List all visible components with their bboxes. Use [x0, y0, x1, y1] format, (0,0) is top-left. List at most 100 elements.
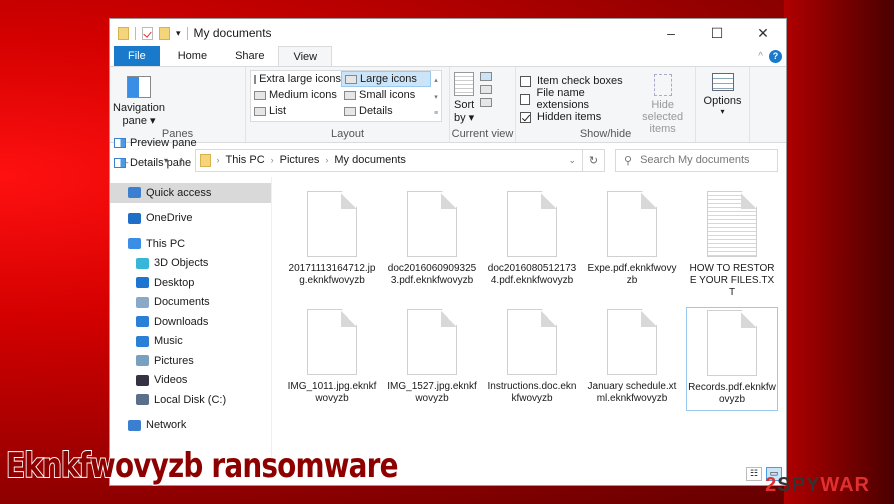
sidebar-item-downloads[interactable]: Downloads: [110, 312, 271, 332]
file-name-extensions-checkbox[interactable]: [520, 93, 531, 105]
details-pane-button[interactable]: Details pane: [114, 153, 197, 173]
sidebar-item-label: Documents: [154, 296, 210, 309]
refresh-button[interactable]: ↻: [583, 148, 605, 172]
file-item[interactable]: HOW TO RESTORE YOUR FILES.TXT: [686, 189, 778, 307]
properties-icon[interactable]: [142, 26, 153, 40]
sidebar-item-quick-access[interactable]: Quick access: [110, 183, 271, 203]
extra-large-icons-icon: [254, 74, 257, 84]
help-icon[interactable]: ?: [769, 50, 782, 63]
navigation-pane-button[interactable]: Navigation pane ▾: [113, 70, 165, 127]
group-by-icon[interactable]: [480, 72, 493, 81]
sidebar-item-pictures[interactable]: Pictures: [110, 351, 271, 371]
close-button[interactable]: ✕: [740, 25, 786, 42]
details-view-button[interactable]: ☷: [746, 467, 762, 481]
tab-view[interactable]: View: [278, 46, 333, 66]
navigation-pane-label2: pane ▾: [122, 115, 156, 127]
file-icon: [707, 310, 757, 376]
layout-details[interactable]: Details: [341, 103, 431, 119]
separator: [186, 26, 188, 40]
sidebar-item-3d-objects[interactable]: 3D Objects: [110, 254, 271, 274]
text-file-icon: [707, 191, 757, 257]
sort-label: Sort: [454, 99, 475, 111]
search-input[interactable]: ⚲ Search My documents: [615, 148, 778, 172]
sidebar-item-label: Videos: [154, 374, 188, 387]
disk-icon: [136, 394, 149, 406]
sidebar-item-videos[interactable]: Videos: [110, 371, 271, 391]
panes-group: Navigation pane ▾ Preview pane Details p…: [110, 67, 246, 169]
layout-large-icons[interactable]: Large icons: [341, 71, 431, 87]
scroll-up-icon[interactable]: ▴: [434, 76, 438, 84]
item-check-boxes-checkbox[interactable]: [520, 75, 531, 87]
file-name: Records.pdf.eknkfwovyzb: [688, 382, 776, 405]
sidebar-item-label: Quick access: [146, 186, 212, 199]
sidebar-item-onedrive[interactable]: OneDrive: [110, 209, 271, 229]
checkbox-label: Item check boxes: [537, 75, 623, 87]
sort-by-button[interactable]: Sort by ▾: [454, 72, 474, 124]
layout-small-icons[interactable]: Small icons: [341, 87, 431, 103]
sort-label2: by ▾: [454, 112, 475, 124]
sidebar-item-network[interactable]: Network: [110, 416, 271, 436]
file-icon: [507, 191, 557, 257]
group-label-current-view: Current view: [451, 128, 514, 140]
file-icon: [407, 191, 457, 257]
layout-extra-large-icons[interactable]: Extra large icons: [251, 71, 341, 87]
address-dropdown-icon[interactable]: ⌄: [562, 155, 582, 166]
list-icon: [254, 106, 266, 116]
collapse-ribbon-icon[interactable]: ^: [758, 51, 763, 62]
document-icon: [136, 296, 149, 308]
options-dropdown-icon: ▾: [720, 107, 725, 116]
file-item[interactable]: doc20160609093253.pdf.eknkfwovyzb: [386, 189, 478, 307]
ribbon-tabs: File Home Share View ^?: [110, 46, 786, 67]
sidebar-item-this-pc[interactable]: This PC: [110, 234, 271, 254]
sidebar-item-label: Desktop: [154, 276, 195, 289]
maximize-button[interactable]: ☐: [694, 25, 740, 42]
file-item[interactable]: IMG_1527.jpg.eknkfwovyzb: [386, 307, 478, 425]
file-name: Expe.pdf.eknkfwovyzb: [587, 263, 677, 286]
ransomware-banner: Eknkfwovyzb ransomware: [5, 445, 399, 487]
file-icon: [607, 309, 657, 375]
checkbox-label: Hidden items: [537, 111, 602, 123]
file-name-extensions-toggle[interactable]: File name extensions: [520, 87, 634, 111]
expand-gallery-icon[interactable]: ≡: [434, 110, 438, 117]
minimize-button[interactable]: –: [648, 25, 694, 42]
new-folder-icon[interactable]: [159, 26, 170, 40]
sort-icon: [454, 72, 475, 96]
add-columns-icon[interactable]: [480, 85, 493, 94]
breadcrumb-my-documents[interactable]: My documents: [334, 154, 406, 166]
file-item[interactable]: 20171113164712.jpg.eknkfwovyzb: [286, 189, 378, 307]
sidebar-item-documents[interactable]: Documents: [110, 293, 271, 313]
address-bar[interactable]: › This PC › Pictures › My documents ⌄: [194, 148, 583, 172]
file-item[interactable]: doc20160805121734.pdf.eknkfwovyzb: [486, 189, 578, 307]
tab-share[interactable]: Share: [221, 46, 278, 66]
hidden-items-checkbox[interactable]: [520, 111, 531, 123]
search-icon: ⚲: [624, 154, 633, 167]
chevron-right-icon[interactable]: ›: [271, 155, 274, 165]
file-item[interactable]: Records.pdf.eknkfwovyzb: [686, 307, 778, 411]
file-item[interactable]: January schedule.xtml.eknkfwovyzb: [586, 307, 678, 425]
breadcrumb-this-pc[interactable]: This PC: [226, 154, 265, 166]
file-icon: [307, 309, 357, 375]
layout-list[interactable]: List: [251, 103, 341, 119]
chevron-right-icon[interactable]: ›: [325, 155, 328, 165]
layout-label: Extra large icons: [259, 73, 341, 85]
chevron-right-icon[interactable]: ›: [217, 155, 220, 165]
file-item[interactable]: Instructions.doc.eknkfwovyzb: [486, 307, 578, 425]
customize-dropdown-icon[interactable]: ▾: [176, 28, 181, 39]
sidebar-item-desktop[interactable]: Desktop: [110, 273, 271, 293]
tab-file[interactable]: File: [114, 46, 160, 66]
checkbox-label: File name extensions: [536, 87, 590, 111]
scroll-down-icon[interactable]: ▾: [434, 93, 438, 101]
file-icon: [407, 309, 457, 375]
sidebar-item-local-disk-c[interactable]: Local Disk (C:): [110, 390, 271, 410]
options-button[interactable]: Options ▾: [696, 67, 750, 142]
sidebar-item-label: Pictures: [154, 354, 194, 367]
computer-icon: [128, 238, 141, 250]
file-item[interactable]: Expe.pdf.eknkfwovyzb: [586, 189, 678, 307]
size-columns-icon[interactable]: [480, 98, 493, 107]
sidebar-item-music[interactable]: Music: [110, 332, 271, 352]
layout-medium-icons[interactable]: Medium icons: [251, 87, 341, 103]
file-item[interactable]: IMG_1011.jpg.eknkfwovyzb: [286, 307, 378, 425]
tab-home[interactable]: Home: [164, 46, 221, 66]
layout-scroll[interactable]: ▴ ▾ ≡: [431, 71, 441, 121]
breadcrumb-pictures[interactable]: Pictures: [280, 154, 320, 166]
